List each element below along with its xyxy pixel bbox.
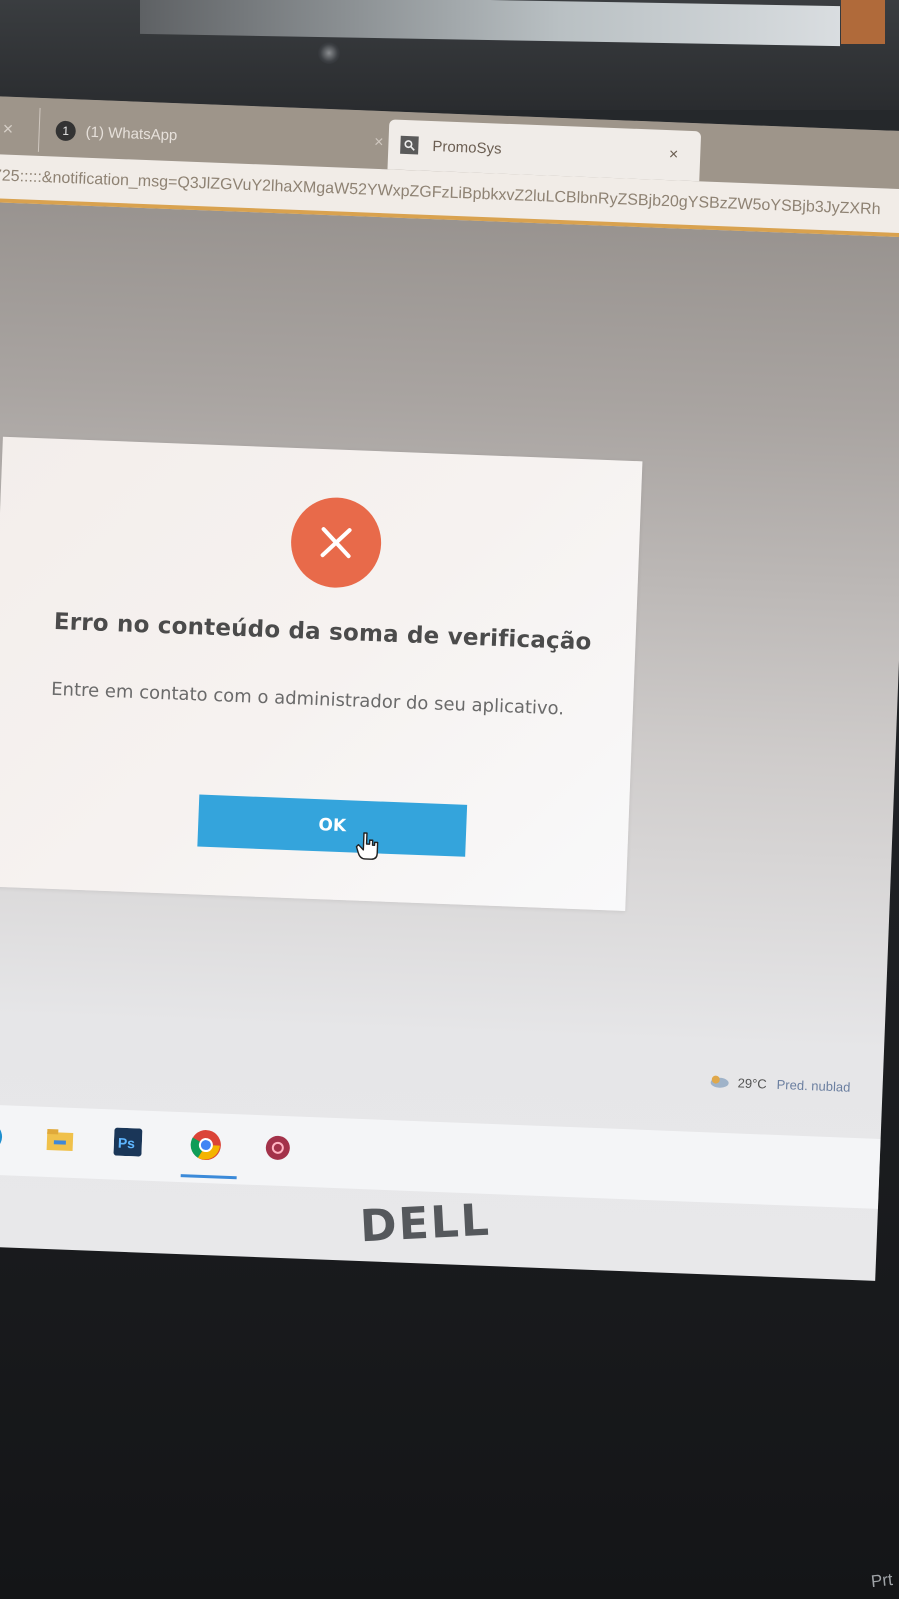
error-x-icon bbox=[289, 495, 383, 590]
dialog-title: Erro no conteúdo da soma de verificação bbox=[53, 608, 593, 656]
photoshop-icon[interactable]: Ps bbox=[109, 1123, 146, 1160]
tab-close-icon[interactable]: × bbox=[2, 107, 34, 152]
weather-cloud-icon bbox=[707, 1072, 730, 1092]
notification-badge: 1 bbox=[55, 120, 77, 142]
chrome-icon[interactable] bbox=[187, 1126, 224, 1163]
search-icon bbox=[400, 135, 419, 155]
tab-label: (1) WhatsApp bbox=[85, 123, 178, 144]
weather-widget[interactable]: 29°C Pred. nublad bbox=[707, 1072, 851, 1096]
keyboard-key-label: Prt bbox=[870, 1569, 894, 1592]
active-app-indicator bbox=[180, 1174, 237, 1180]
close-icon[interactable]: × bbox=[374, 134, 384, 152]
taskbar: Ps bbox=[0, 1103, 881, 1209]
photo-scene: × 1 (1) WhatsApp × PromoSys × 725:::::&n… bbox=[0, 0, 899, 1599]
dell-logo: DELL bbox=[358, 1194, 492, 1253]
close-icon[interactable]: × bbox=[669, 146, 679, 164]
error-dialog: Erro no conteúdo da soma de verificação … bbox=[0, 436, 643, 911]
app-icon[interactable] bbox=[259, 1129, 296, 1166]
monitor-top-bezel bbox=[0, 0, 899, 110]
monitor-screen: × 1 (1) WhatsApp × PromoSys × 725:::::&n… bbox=[0, 96, 899, 1281]
file-explorer-icon[interactable] bbox=[41, 1121, 78, 1158]
tab-label: PromoSys bbox=[432, 137, 502, 158]
dialog-message: Entre em contato com o administrador do … bbox=[50, 678, 565, 720]
weather-description: Pred. nublad bbox=[776, 1076, 851, 1095]
background-accent bbox=[841, 0, 885, 44]
tab-whatsapp[interactable]: 1 (1) WhatsApp × bbox=[37, 107, 397, 166]
webcam-icon bbox=[318, 42, 340, 64]
edge-icon[interactable] bbox=[0, 1118, 7, 1155]
background-wall bbox=[140, 0, 840, 47]
weather-temp: 29°C bbox=[737, 1075, 767, 1092]
hand-cursor-icon bbox=[355, 831, 380, 862]
photoshop-label: Ps bbox=[118, 1135, 136, 1152]
ok-button[interactable]: OK bbox=[197, 794, 468, 857]
